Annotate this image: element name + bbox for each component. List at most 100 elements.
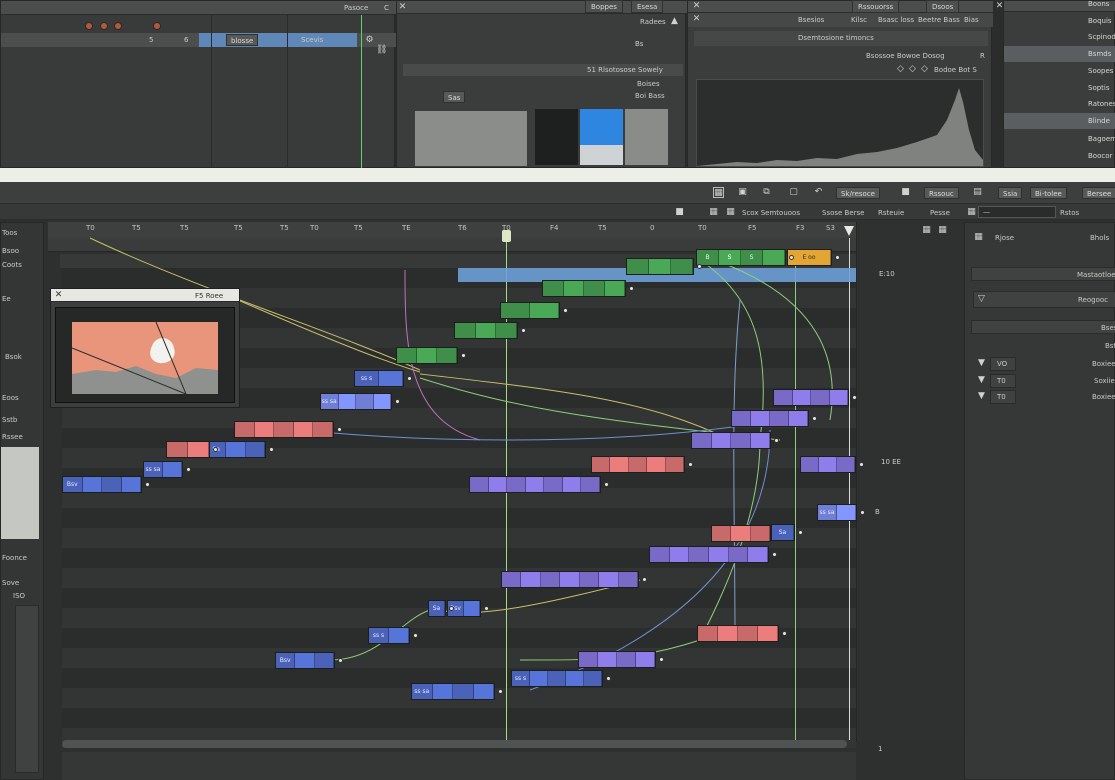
preview-header: ✕ F5 Roee [51,289,239,302]
node-output-port[interactable] [521,328,526,333]
node-output-port[interactable] [772,552,777,557]
graph-node[interactable] [166,441,210,458]
graph-node[interactable] [697,625,779,642]
node-output-port[interactable] [688,462,693,467]
graph-node[interactable]: Sa [771,524,795,541]
graph-node[interactable] [800,456,856,473]
horizontal-scrollbar[interactable] [62,740,847,748]
node-output-port[interactable] [461,353,466,358]
node-output-port[interactable] [498,689,503,694]
node-output-port[interactable] [659,657,664,662]
node-output-port[interactable] [859,462,864,467]
graph-node[interactable] [626,258,694,275]
graph-node-cell [801,457,819,472]
graph-node[interactable] [234,421,334,438]
graph-node-cell: ss sa [818,505,837,520]
node-output-port[interactable] [835,255,840,260]
node-output-port[interactable] [186,467,191,472]
graph-node[interactable]: ss sa [320,393,392,410]
node-output-port[interactable] [860,510,865,515]
graph-node[interactable]: ss sa [143,461,183,478]
graph-node-cell [610,457,629,472]
graph-node[interactable] [578,651,656,668]
graph-node[interactable] [500,302,560,319]
graph-node-cell [709,547,729,562]
graph-node[interactable] [649,546,769,563]
node-output-port[interactable] [413,633,418,638]
graph-node-cell [628,457,648,472]
bottom-marker: 1 [878,745,883,753]
graph-node-cell [464,601,480,616]
graph-node[interactable] [773,389,849,406]
graph-node-cell [560,572,580,587]
graph-node-cell: ss s [355,371,379,386]
graph-node-cell [274,422,294,437]
node-output-port[interactable] [812,416,817,421]
node-output-port[interactable] [798,530,803,535]
node-output-port[interactable] [606,676,611,681]
graph-node-cell [473,684,494,699]
graph-node[interactable]: Bsv [62,476,142,493]
graph-node[interactable] [691,432,771,449]
graph-node[interactable]: ss sa [817,504,857,521]
graph-node[interactable]: BSS [696,249,786,266]
graph-node-cell [579,652,598,667]
node-output-port[interactable] [269,447,274,452]
graph-node[interactable]: Sa [428,600,446,617]
node-output-port[interactable] [604,482,609,487]
graph-node-cell [543,281,564,296]
graph-node-cell [432,684,453,699]
graph-node-cell [712,526,732,541]
node-output-port[interactable] [145,482,150,487]
graph-node-cell [750,526,770,541]
node-output-port[interactable] [697,264,702,269]
graph-node[interactable] [501,571,639,588]
graph-node-cell: ss sa [412,684,433,699]
graph-node-cell: Sa [429,601,445,616]
graph-node-cell: B [697,250,719,265]
graph-node[interactable] [469,476,601,493]
preview-canvas [55,307,235,403]
node-output-port[interactable] [782,631,787,636]
preview-window[interactable]: ✕ F5 Roee [50,288,240,408]
node-output-port[interactable] [629,286,634,291]
graph-node-cell [313,422,333,437]
node-output-port[interactable] [449,606,454,611]
node-output-port[interactable] [407,376,412,381]
node-output-port[interactable] [563,308,568,313]
graph-node-cell [837,457,855,472]
graph-node-cell [811,390,830,405]
node-output-port[interactable] [338,658,343,663]
close-icon[interactable]: ✕ [53,290,64,301]
graph-node[interactable]: ss sa [411,683,495,700]
node-output-port[interactable] [484,606,489,611]
graph-node-cell [584,281,605,296]
node-output-port[interactable] [774,438,779,443]
graph-node-cell [496,323,518,338]
graph-node[interactable] [542,280,626,297]
graph-node-cell [738,626,758,641]
graph-node-cell [732,411,751,426]
graph-node-cell [617,652,636,667]
graph-node-cell [829,390,848,405]
graph-node[interactable] [711,525,771,542]
bottom-track-area [62,752,856,780]
graph-node-cell [627,259,649,274]
graph-node[interactable] [396,347,458,364]
node-output-port[interactable] [852,395,857,400]
node-output-port[interactable] [642,577,647,582]
node-output-port[interactable] [213,447,218,452]
graph-node[interactable]: ss s [354,370,404,387]
graph-node[interactable]: Bsv [275,652,335,669]
graph-node[interactable] [591,456,685,473]
node-output-port[interactable] [395,399,400,404]
graph-node-cell [245,442,265,457]
node-output-port[interactable] [337,427,342,432]
graph-node[interactable] [731,410,809,427]
graph-node[interactable]: ss s [511,670,603,687]
graph-node[interactable]: ss s [368,627,410,644]
node-output-port[interactable] [789,255,794,260]
graph-node-cell [837,505,856,520]
graph-node[interactable] [454,322,518,339]
graph-node-cell [618,572,638,587]
